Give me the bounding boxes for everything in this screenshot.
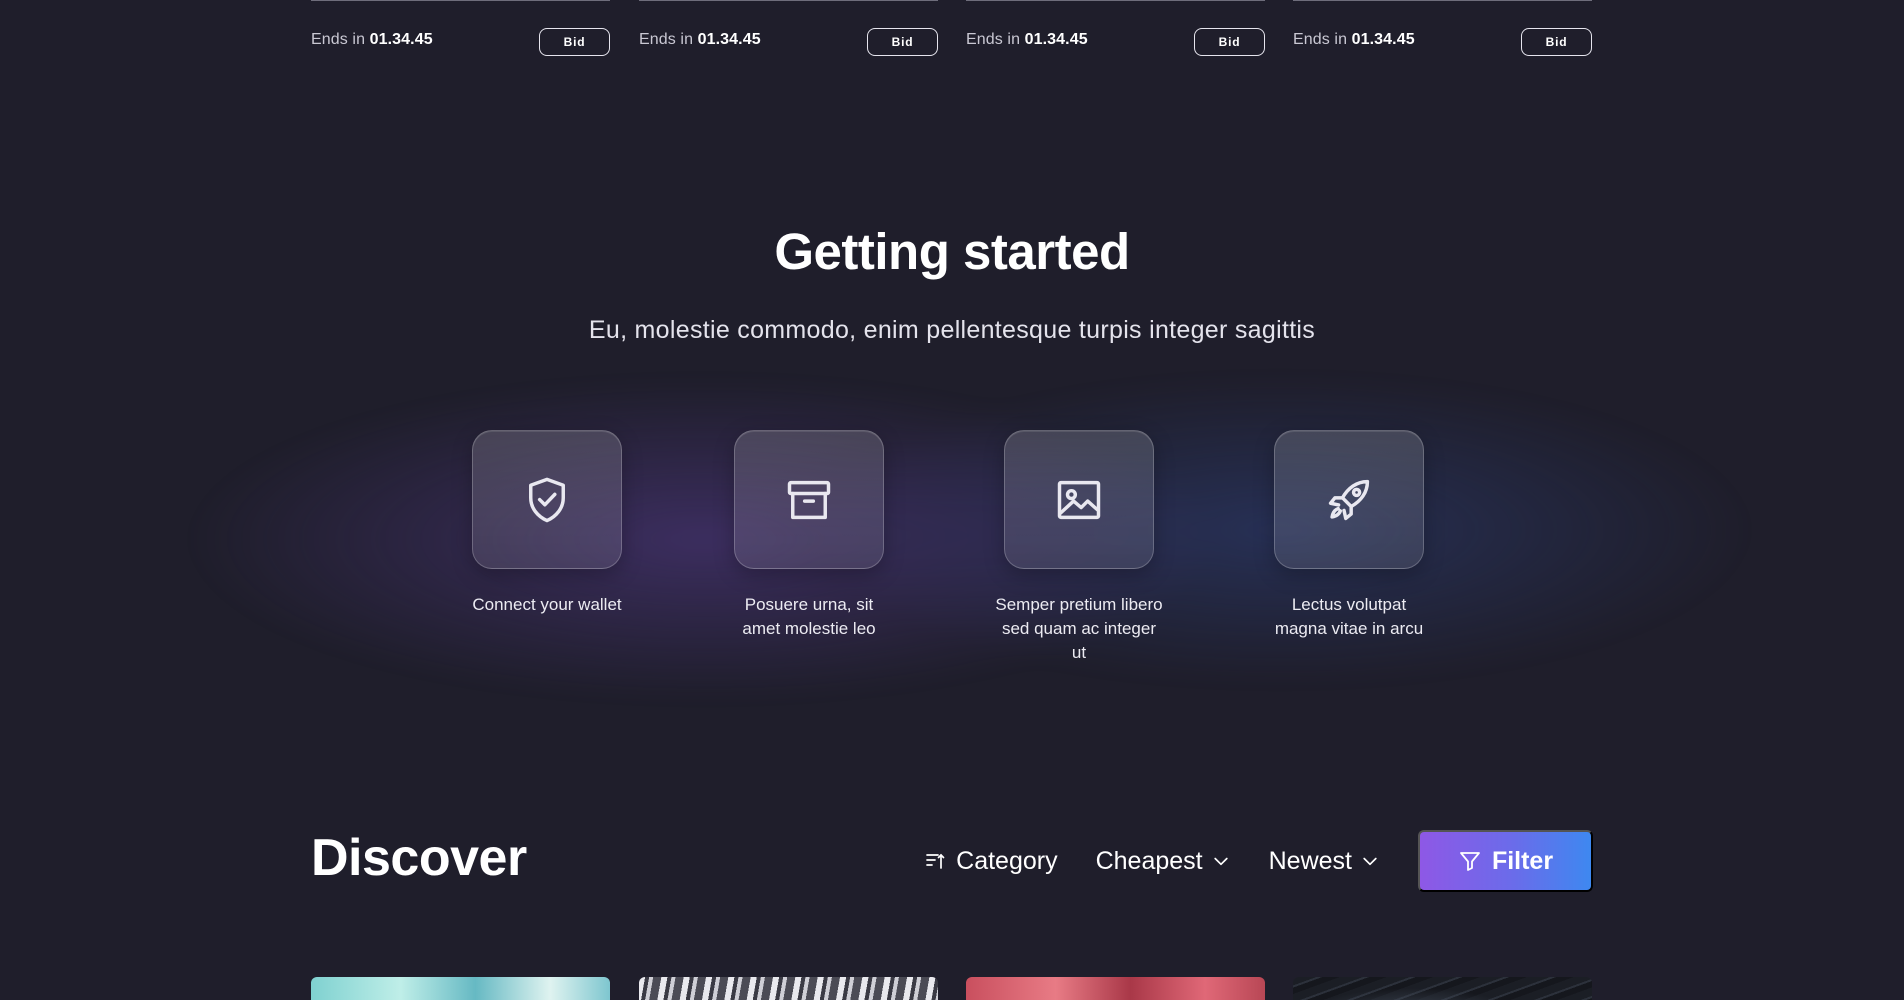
bid-button[interactable]: Bid xyxy=(867,28,938,56)
filter-label: Filter xyxy=(1491,846,1554,875)
page: Ends in 01.34.45 Bid Ends in 01.34.45 Bi… xyxy=(0,0,1904,1000)
step-rocket[interactable]: Lectus volutpat magna vitae in arcu xyxy=(1259,430,1439,641)
countdown-time: 01.34.45 xyxy=(697,31,761,48)
countdown-time: 01.34.45 xyxy=(1024,31,1088,48)
auction-card: Ends in 01.34.45 Bid xyxy=(639,0,938,60)
card-divider xyxy=(1293,0,1592,1)
ends-prefix: Ends in xyxy=(639,31,694,48)
nft-card-image[interactable] xyxy=(639,977,938,1000)
nft-card-image[interactable] xyxy=(311,977,610,1000)
ends-prefix: Ends in xyxy=(311,31,366,48)
step-label: Posuere urna, sit amet molestie leo xyxy=(742,595,876,638)
auction-row: Ends in 01.34.45 Bid Ends in 01.34.45 Bi… xyxy=(311,0,1593,70)
filter-icon xyxy=(1460,852,1480,871)
bid-button[interactable]: Bid xyxy=(1521,28,1592,56)
countdown-time: 01.34.45 xyxy=(1351,31,1415,48)
card-divider xyxy=(966,0,1265,1)
bid-button[interactable]: Bid xyxy=(539,28,610,56)
date-sort-dropdown[interactable]: Newest xyxy=(1269,847,1380,876)
auction-card: Ends in 01.34.45 Bid xyxy=(1293,0,1592,60)
step-tile[interactable] xyxy=(472,430,622,569)
discover-title: Discover xyxy=(311,829,527,887)
ends-prefix: Ends in xyxy=(966,31,1021,48)
rocket-icon xyxy=(1328,479,1370,520)
filter-button[interactable]: Filter xyxy=(1418,830,1593,892)
step-label: Semper pretium libero sed quam ac intege… xyxy=(995,595,1163,662)
auction-card: Ends in 01.34.45 Bid xyxy=(966,0,1265,60)
archive-icon xyxy=(787,480,831,519)
image-icon xyxy=(1057,480,1101,519)
price-sort-label: Cheapest xyxy=(1095,846,1203,875)
getting-started-subtitle: Eu, molestie commodo, enim pellentesque … xyxy=(588,316,1316,344)
chevron-down-icon xyxy=(1213,857,1228,866)
step-tile[interactable] xyxy=(734,430,884,569)
countdown-time: 01.34.45 xyxy=(369,31,433,48)
nft-card-image[interactable] xyxy=(1293,977,1592,1000)
card-divider xyxy=(311,0,610,1)
auction-countdown: Ends in 01.34.45 xyxy=(1293,31,1415,49)
getting-started-title: Getting started xyxy=(774,223,1130,280)
shield-check-icon xyxy=(529,477,565,522)
step-label: Connect your wallet xyxy=(472,595,622,614)
date-sort-label: Newest xyxy=(1268,846,1352,875)
price-sort-dropdown[interactable]: Cheapest xyxy=(1096,847,1231,876)
card-divider xyxy=(639,0,938,1)
step-archive[interactable]: Posuere urna, sit amet molestie leo xyxy=(719,430,899,641)
step-image[interactable]: Semper pretium libero sed quam ac intege… xyxy=(989,430,1169,665)
auction-countdown: Ends in 01.34.45 xyxy=(966,31,1088,49)
auction-countdown: Ends in 01.34.45 xyxy=(639,31,761,49)
step-tile[interactable] xyxy=(1274,430,1424,569)
sort-lines-icon xyxy=(926,853,945,869)
step-label: Lectus volutpat magna vitae in arcu xyxy=(1274,595,1424,638)
category-label: Category xyxy=(956,846,1058,875)
step-connect-wallet[interactable]: Connect your wallet xyxy=(457,430,637,617)
background-glow xyxy=(160,300,1760,760)
auction-card: Ends in 01.34.45 Bid xyxy=(311,0,610,60)
bid-button[interactable]: Bid xyxy=(1194,28,1265,56)
category-selector[interactable]: Category xyxy=(924,846,1058,876)
discover-controls: Category Cheapest Newest Filter xyxy=(924,830,1593,892)
auction-countdown: Ends in 01.34.45 xyxy=(311,31,433,49)
nft-card-image[interactable] xyxy=(966,977,1265,1000)
ends-prefix: Ends in xyxy=(1293,31,1348,48)
chevron-down-icon xyxy=(1363,857,1377,866)
step-tile[interactable] xyxy=(1004,430,1154,569)
